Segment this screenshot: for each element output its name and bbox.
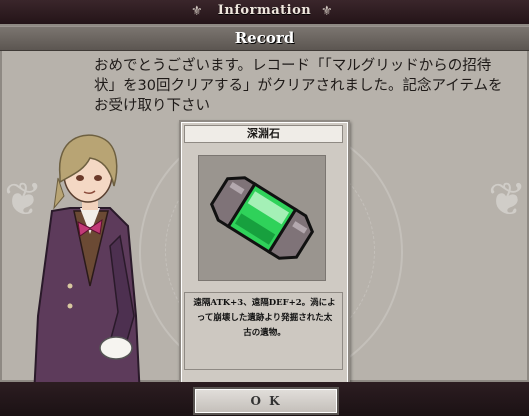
flourish-icon: ❦: [488, 172, 527, 226]
ornament-icon: ⚜: [321, 4, 333, 19]
character-illustration: [33, 134, 141, 382]
item-image-frame: [198, 155, 326, 281]
record-title-bar: Record: [0, 26, 529, 51]
item-name: 深淵石: [184, 125, 343, 143]
record-title: Record: [234, 29, 295, 47]
record-message: おめでとうございます。レコード「「マルグリッドからの招待状」を30回クリアする」…: [94, 58, 503, 114]
header-bar: ⚜ Information ⚜: [0, 0, 529, 25]
header-title: Information: [217, 3, 312, 18]
ok-button[interactable]: O K: [193, 387, 339, 415]
record-panel: Record ❦ ❦ おめでとうございます。レコード「「マルグリッドからの招待状…: [0, 24, 529, 382]
item-description: 遠隔ATK+3、遠隔DEF+2。渦によって崩壊した遺跡より発掘された太古の遺物。: [193, 298, 336, 338]
crystal-item-icon: [209, 176, 315, 260]
item-card: 深淵石 遠隔ATK+3、遠隔DEF+2。渦によって崩壊した遺跡より発掘された太古…: [179, 120, 350, 382]
item-description-box: 遠隔ATK+3、遠隔DEF+2。渦によって崩壊した遺跡より発掘された太古の遺物。: [184, 292, 343, 370]
footer-bar: O K: [0, 382, 529, 416]
